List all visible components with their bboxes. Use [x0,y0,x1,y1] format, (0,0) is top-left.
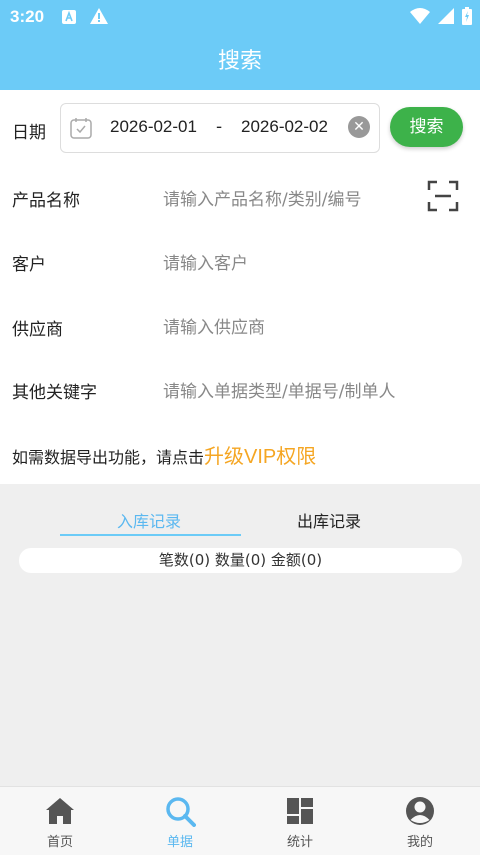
wifi-icon [410,8,430,28]
supplier-input[interactable]: 请输入供应商 [163,313,265,338]
battery-icon [462,7,472,29]
vip-prefix: 如需数据导出功能，请点击 [12,448,205,467]
vip-upgrade-link[interactable]: 升级VIP权限 [204,446,316,468]
scan-icon[interactable] [427,180,459,216]
status-time: 3:20 [10,7,45,26]
nav-home[interactable]: 首页 [0,787,120,855]
nav-documents-label: 单据 [166,835,193,850]
nav-home-label: 首页 [46,835,73,850]
vip-notice: 如需数据导出功能，请点击升级VIP权限 [12,440,316,469]
nav-stats-label: 统计 [286,835,313,850]
records-area [0,484,480,786]
warning-icon [90,8,108,28]
start-date[interactable]: 2026-02-01 [110,117,197,137]
date-separator: - [216,117,223,137]
tab-inbound-records[interactable]: 入库记录 [117,508,181,532]
search-icon [164,795,196,827]
bottom-nav: 首页 单据 统计 我的 [0,786,480,855]
keyword-label: 其他关键字 [12,383,97,403]
supplier-label: 供应商 [12,320,63,340]
calendar-icon [69,116,93,144]
notification-a-icon [62,9,76,28]
customer-input[interactable]: 请输入客户 [163,249,248,274]
page-title: 搜索 [0,34,480,90]
nav-stats[interactable]: 统计 [240,787,360,855]
home-icon [44,795,76,827]
nav-profile-label: 我的 [406,835,433,850]
active-tab-indicator [60,534,241,536]
date-range-picker[interactable]: 2026-02-01 - 2026-02-02 ✕ [60,103,380,153]
product-input[interactable]: 请输入产品名称/类别/编号 [163,185,361,210]
status-bar: 3:20 [0,0,480,34]
search-button[interactable]: 搜索 [390,107,463,147]
end-date[interactable]: 2026-02-02 [241,117,328,137]
stats-icon [284,795,316,827]
tab-outbound-records[interactable]: 出库记录 [297,508,361,532]
nav-profile[interactable]: 我的 [360,787,480,855]
customer-label: 客户 [12,255,46,275]
nav-documents[interactable]: 单据 [120,787,240,855]
clear-icon[interactable]: ✕ [348,116,370,138]
keyword-input[interactable]: 请输入单据类型/单据号/制单人 [163,377,395,402]
profile-icon [404,795,436,827]
date-label: 日期 [12,123,46,143]
signal-icon [438,8,454,28]
product-label: 产品名称 [12,191,80,211]
records-summary: 笔数(0) 数量(0) 金额(0) [19,548,462,573]
